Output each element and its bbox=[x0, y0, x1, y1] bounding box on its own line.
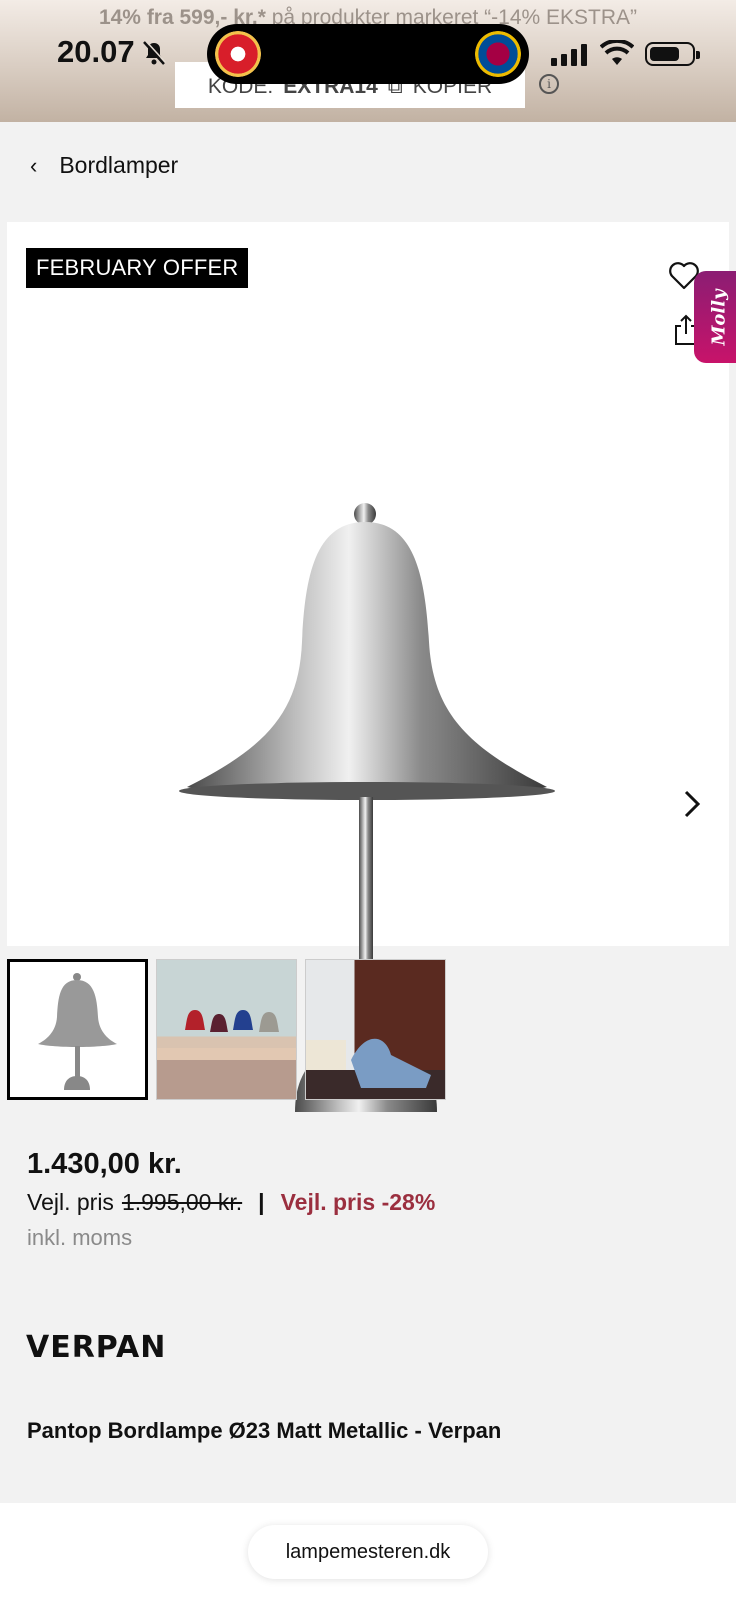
image-thumbnails bbox=[7, 959, 446, 1100]
status-time: 20.07 bbox=[57, 34, 135, 69]
price-comparison: Vejl. pris 1.995,00 kr. | Vejl. pris -28… bbox=[27, 1189, 435, 1216]
thumbnail-lamps-lifestyle-image bbox=[157, 1010, 296, 1060]
team-logo-left-icon bbox=[215, 31, 261, 77]
molly-chat-tab[interactable]: Molly bbox=[694, 271, 736, 363]
product-price: 1.430,00 kr. bbox=[27, 1148, 182, 1180]
product-image-carousel[interactable]: FEBRUARY OFFER Molly bbox=[7, 222, 736, 1112]
thumbnail-2[interactable] bbox=[156, 959, 297, 1100]
back-chevron-icon[interactable]: ‹ bbox=[30, 153, 37, 179]
dynamic-island bbox=[207, 24, 529, 84]
promo-banner: 14% fra 599,- kr.* på produkter markeret… bbox=[0, 0, 736, 122]
breadcrumb[interactable]: ‹ Bordlamper bbox=[30, 152, 178, 179]
rrp-value: 1.995,00 kr. bbox=[121, 1189, 243, 1215]
vat-note: inkl. moms bbox=[27, 1225, 133, 1250]
brand-logo[interactable]: VERPAN bbox=[26, 1330, 166, 1365]
thumbnail-3[interactable] bbox=[305, 959, 446, 1100]
battery-level bbox=[650, 47, 679, 61]
address-bar[interactable]: lampemesteren.dk bbox=[248, 1525, 488, 1579]
breadcrumb-label[interactable]: Bordlamper bbox=[59, 152, 178, 179]
bell-slash-icon bbox=[143, 40, 166, 65]
chevron-right-icon[interactable] bbox=[680, 788, 704, 820]
cellular-signal-icon bbox=[551, 42, 587, 66]
thumbnail-1[interactable] bbox=[7, 959, 148, 1100]
rrp-label: Vejl. pris bbox=[27, 1189, 114, 1215]
offer-badge: FEBRUARY OFFER bbox=[26, 248, 249, 288]
thumbnail-lamp-image bbox=[38, 973, 117, 1090]
team-logo-right-icon bbox=[475, 31, 521, 77]
info-icon[interactable]: i bbox=[539, 74, 559, 94]
browser-bottom-bar: lampemesteren.dk bbox=[0, 1503, 736, 1600]
wifi-icon bbox=[600, 40, 634, 65]
battery-icon bbox=[645, 42, 700, 66]
price-separator: | bbox=[258, 1189, 265, 1215]
product-title: Pantop Bordlampe Ø23 Matt Metallic - Ver… bbox=[27, 1418, 502, 1443]
discount-label: Vejl. pris -28% bbox=[280, 1189, 436, 1215]
thumbnail-chair-lifestyle-image bbox=[306, 1038, 445, 1099]
